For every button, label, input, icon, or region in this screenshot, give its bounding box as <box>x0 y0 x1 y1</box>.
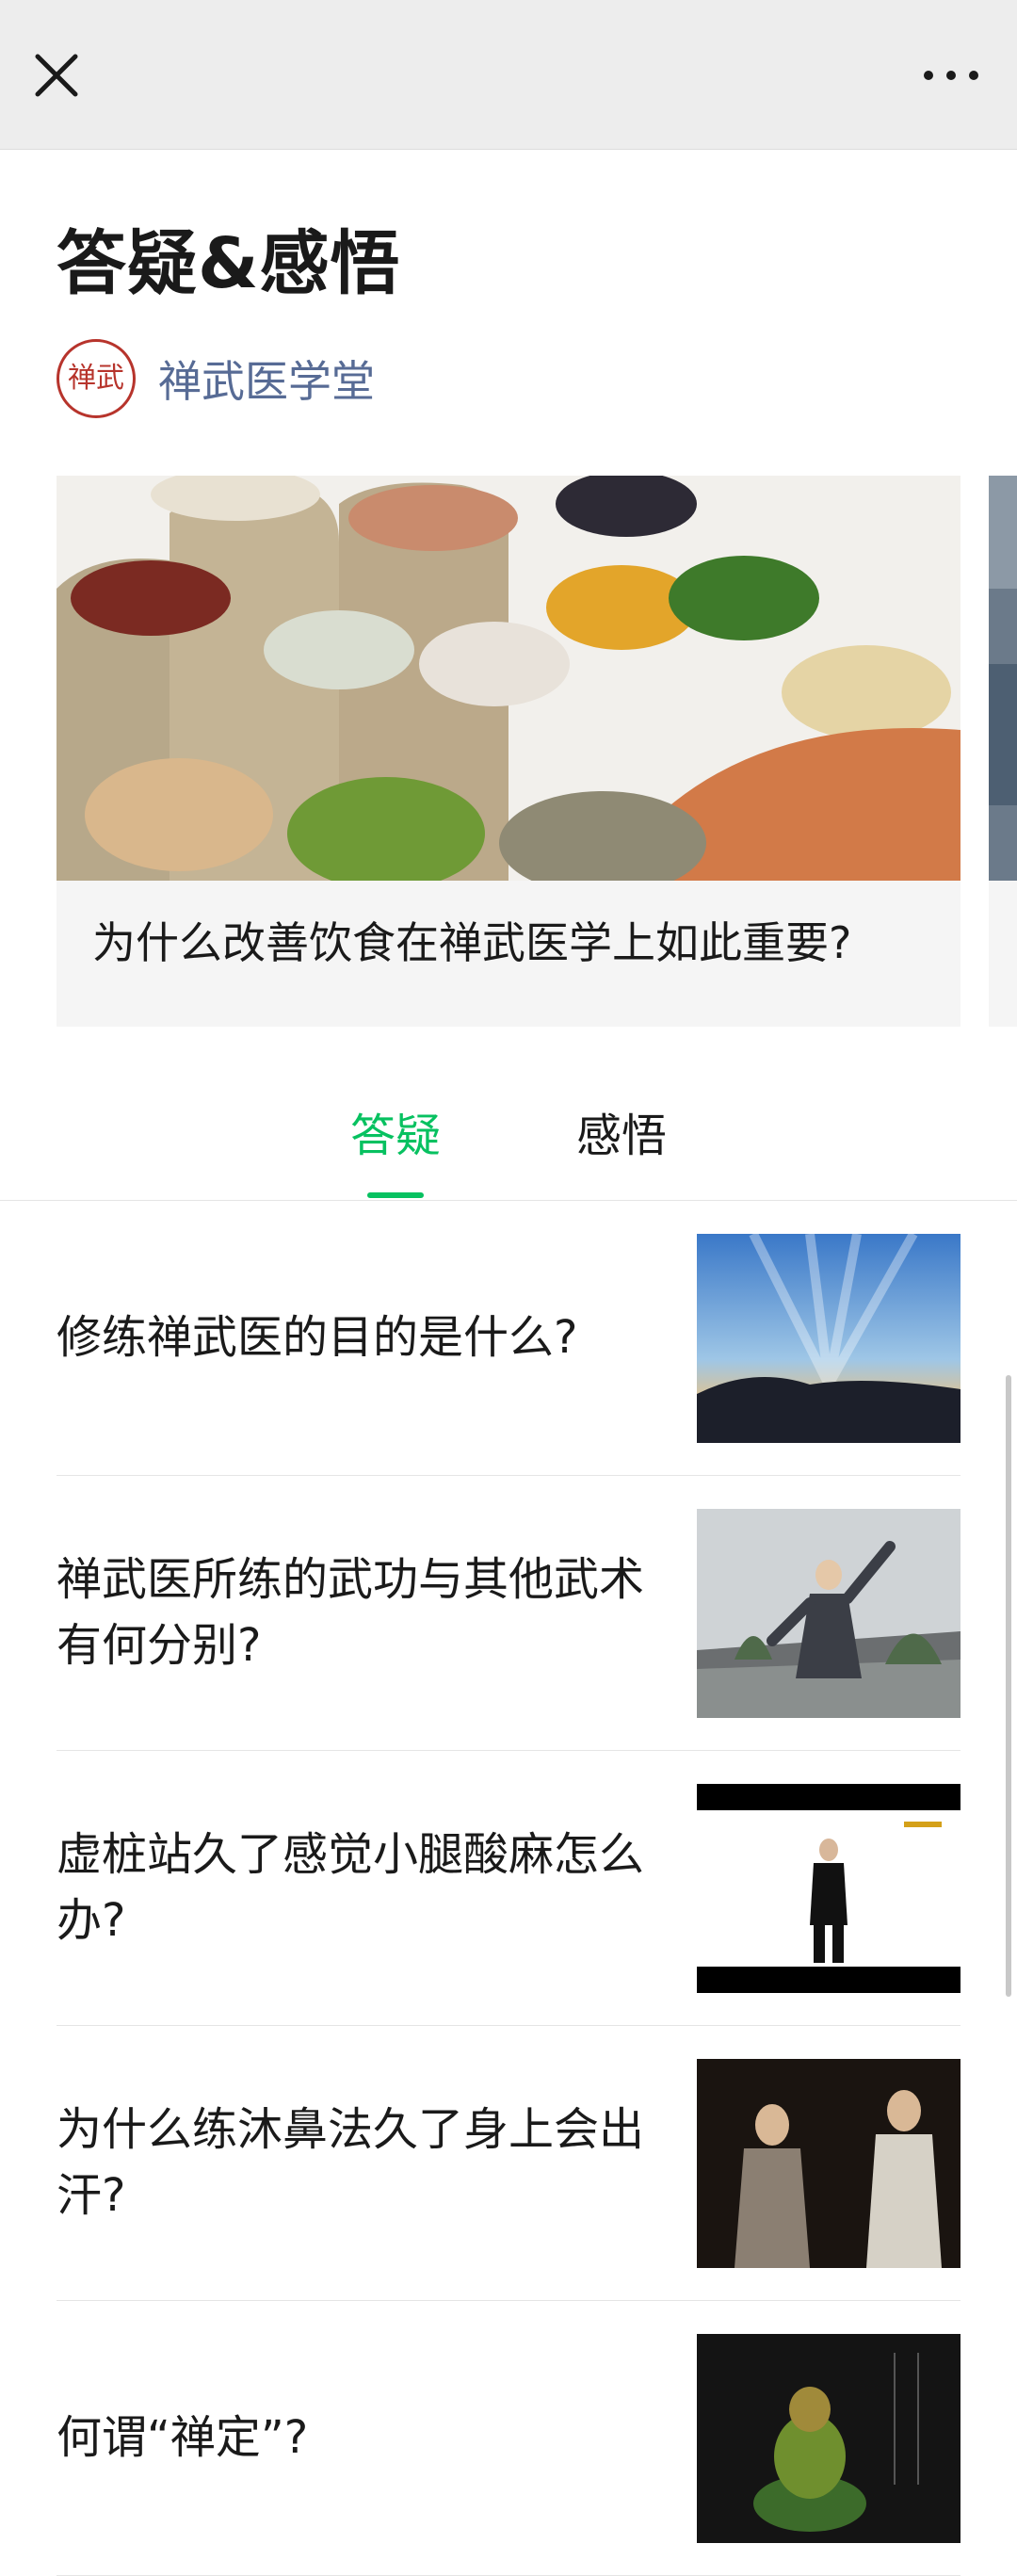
list-item-title[interactable]: 何谓“禅定”? <box>56 2302 650 2575</box>
list-item-title[interactable]: 禅武医所练的武功与其他武术有何分别? <box>56 1477 650 1750</box>
list-item-thumbnail[interactable] <box>697 2059 960 2268</box>
list-item-title[interactable]: 为什么练沐鼻法久了身上会出汗? <box>56 2027 650 2300</box>
carousel-card[interactable]: 为什么改善饮食在禅武医学上如此重要? <box>56 476 960 1027</box>
tab-insights[interactable]: 感悟 <box>576 1098 667 1164</box>
list-item-thumbnail[interactable] <box>697 1509 960 1718</box>
top-bar <box>0 0 1017 150</box>
list-item[interactable]: 为什么练沐鼻法久了身上会出汗? <box>56 2027 960 2301</box>
beans-image <box>56 476 960 881</box>
close-icon[interactable] <box>28 47 85 104</box>
list-item[interactable]: 何谓“禅定”? <box>56 2302 960 2576</box>
author-avatar[interactable]: 禅武 <box>56 339 136 418</box>
author-row[interactable]: 禅武 禅武医学堂 <box>56 339 375 418</box>
seal-text: 禅武 <box>68 362 124 395</box>
carousel-caption[interactable]: 为什么改善饮食在禅武医学上如此重要? <box>92 909 851 971</box>
list-item-thumbnail[interactable] <box>697 1234 960 1443</box>
author-name[interactable]: 禅武医学堂 <box>158 348 375 410</box>
tab-qa[interactable]: 答疑 <box>350 1098 441 1164</box>
list-item[interactable]: 修练禅武医的目的是什么? <box>56 1202 960 1476</box>
tab-bar: 答疑 感悟 <box>0 1045 1017 1201</box>
list-item-title[interactable]: 修练禅武医的目的是什么? <box>56 1202 650 1475</box>
list-item-thumbnail[interactable] <box>697 2334 960 2543</box>
list-item-title[interactable]: 虚桩站久了感觉小腿酸麻怎么办? <box>56 1752 650 2025</box>
page-title: 答疑&感悟 <box>56 223 401 304</box>
more-icon[interactable] <box>913 47 989 104</box>
list-item-thumbnail[interactable] <box>697 1784 960 1993</box>
scrollbar[interactable] <box>1006 1375 1011 1997</box>
list-item[interactable]: 虚桩站久了感觉小腿酸麻怎么办? <box>56 1752 960 2026</box>
list-item[interactable]: 禅武医所练的武功与其他武术有何分别? <box>56 1477 960 1751</box>
active-tab-indicator <box>367 1192 424 1198</box>
carousel[interactable]: 为什么改善饮食在禅武医学上如此重要? <box>56 476 1017 1027</box>
carousel-next-card[interactable] <box>989 476 1017 1027</box>
